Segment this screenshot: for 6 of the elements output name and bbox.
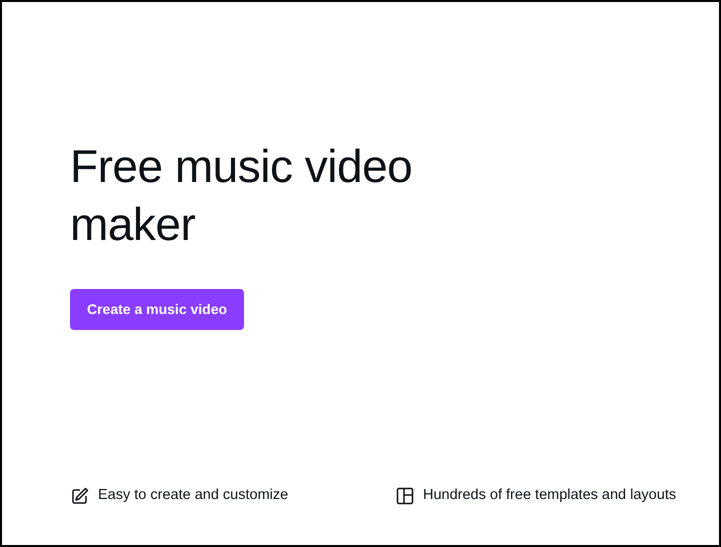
pencil-icon [70, 486, 90, 506]
page-title: Free music video maker [70, 139, 414, 252]
feature-text: Hundreds of free templates and layouts [423, 486, 676, 506]
create-button[interactable]: Create a music video [70, 289, 244, 330]
layout-icon [395, 486, 415, 506]
feature-text: Easy to create and customize [98, 486, 288, 506]
